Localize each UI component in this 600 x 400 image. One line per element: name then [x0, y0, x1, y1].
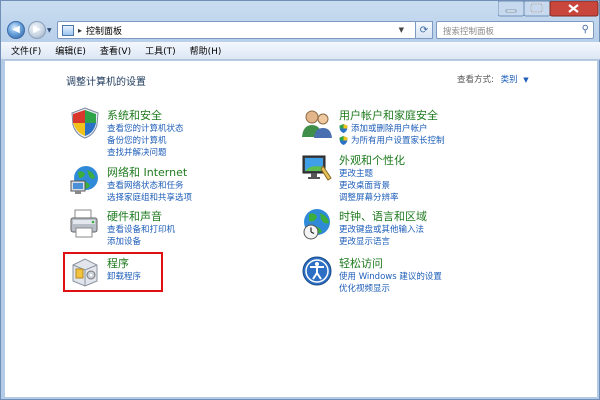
category-ease-of-access: 轻松访问 使用 Windows 建议的设置 优化视频显示 [301, 255, 541, 295]
category-user-accounts: 用户帐户和家庭安全 添加或删除用户帐户 为所有用户设置家长控制 [301, 107, 541, 147]
menu-file[interactable]: 文件(F) [11, 44, 41, 57]
menu-help[interactable]: 帮助(H) [190, 44, 222, 57]
link-view-computer-status[interactable]: 查看您的计算机状态 [107, 122, 184, 134]
category-title-appearance[interactable]: 外观和个性化 [339, 152, 405, 168]
link-change-desktop-background[interactable]: 更改桌面背景 [339, 179, 390, 191]
category-title-hardware-sound[interactable]: 硬件和声音 [107, 208, 162, 224]
recent-pages-dropdown-icon[interactable]: ▼ [47, 27, 52, 34]
appearance-monitor-icon[interactable] [301, 152, 333, 184]
control-panel-content: 调整计算机的设置 查看方式: 类别 ▼ 系统和安全 查看您的计算机状态 备份您的… [5, 61, 597, 397]
category-title-user-accounts[interactable]: 用户帐户和家庭安全 [339, 107, 438, 123]
globe-clock-icon[interactable] [301, 208, 333, 240]
link-add-remove-user[interactable]: 添加或删除用户帐户 [351, 122, 428, 134]
category-title-clock-language-region[interactable]: 时钟、语言和区域 [339, 208, 427, 224]
view-by-label: 查看方式: [457, 75, 494, 85]
link-adjust-resolution[interactable]: 调整屏幕分辨率 [339, 191, 399, 203]
ease-of-access-icon[interactable] [301, 255, 333, 287]
address-toolbar: ◀ ▶ ▼ ▸ 控制面板 ▼ ⟳ 搜索控制面板 ⚲ [1, 1, 600, 41]
maximize-button[interactable] [523, 1, 551, 17]
category-clock-language-region: 时钟、语言和区域 更改键盘或其他输入法 更改显示语言 [301, 208, 541, 248]
category-network-internet: 网络和 Internet 查看网络状态和任务 选择家庭组和共享选项 [69, 164, 269, 204]
menu-view[interactable]: 查看(V) [100, 44, 131, 57]
forward-button[interactable]: ▶ [28, 21, 46, 39]
link-use-recommended-settings[interactable]: 使用 Windows 建议的设置 [339, 270, 442, 282]
link-change-keyboard-input[interactable]: 更改键盘或其他输入法 [339, 223, 424, 235]
uac-shield-icon [339, 124, 348, 133]
link-find-fix-problems[interactable]: 查找并解决问题 [107, 146, 167, 158]
search-placeholder: 搜索控制面板 [443, 27, 495, 37]
back-arrow-icon: ◀ [12, 24, 20, 35]
users-icon[interactable] [301, 107, 333, 139]
category-system-security: 系统和安全 查看您的计算机状态 备份您的计算机 查找并解决问题 [69, 107, 269, 158]
search-icon[interactable]: ⚲ [582, 24, 589, 35]
link-change-theme[interactable]: 更改主题 [339, 167, 373, 179]
address-dropdown-icon[interactable]: ▼ [399, 26, 404, 34]
category-appearance: 外观和个性化 更改主题 更改桌面背景 调整屏幕分辨率 [301, 152, 541, 203]
search-input[interactable]: 搜索控制面板 ⚲ [436, 21, 594, 39]
page-title: 调整计算机的设置 [66, 77, 146, 88]
view-by: 查看方式: 类别 ▼ [457, 73, 529, 85]
category-title-network-internet[interactable]: 网络和 Internet [107, 164, 187, 180]
refresh-button[interactable]: ⟳ [415, 21, 433, 39]
link-change-display-language[interactable]: 更改显示语言 [339, 235, 390, 247]
minimize-button[interactable] [498, 1, 525, 17]
control-panel-icon [62, 24, 74, 36]
forward-arrow-icon: ▶ [33, 24, 41, 35]
category-hardware-sound: 硬件和声音 查看设备和打印机 添加设备 [69, 208, 269, 248]
link-homegroup-sharing[interactable]: 选择家庭组和共享选项 [107, 191, 192, 203]
category-title-ease-of-access[interactable]: 轻松访问 [339, 255, 383, 271]
view-by-value[interactable]: 类别 [501, 75, 518, 85]
menu-edit[interactable]: 编辑(E) [55, 44, 86, 57]
printer-icon[interactable] [69, 208, 101, 240]
back-button[interactable]: ◀ [7, 21, 25, 39]
link-view-devices-printers[interactable]: 查看设备和打印机 [107, 223, 175, 235]
address-separator-icon[interactable]: ▸ [78, 26, 82, 35]
network-globe-icon[interactable] [69, 164, 101, 196]
close-button[interactable] [549, 1, 599, 17]
highlight-box [63, 252, 163, 292]
link-add-device[interactable]: 添加设备 [107, 235, 141, 247]
window-controls [498, 1, 599, 17]
address-bar[interactable]: ▸ 控制面板 ▼ [57, 21, 427, 39]
menu-bar: 文件(F) 编辑(E) 查看(V) 工具(T) 帮助(H) [1, 42, 600, 60]
link-view-network-status[interactable]: 查看网络状态和任务 [107, 179, 184, 191]
view-by-dropdown-icon[interactable]: ▼ [523, 76, 528, 84]
menu-tools[interactable]: 工具(T) [145, 44, 176, 57]
breadcrumb-control-panel[interactable]: 控制面板 [86, 24, 122, 37]
refresh-icon: ⟳ [419, 24, 429, 36]
link-parental-controls[interactable]: 为所有用户设置家长控制 [351, 134, 445, 146]
category-title-system-security[interactable]: 系统和安全 [107, 107, 162, 123]
shield-icon[interactable] [69, 107, 101, 139]
uac-shield-icon [339, 136, 348, 145]
link-backup-computer[interactable]: 备份您的计算机 [107, 134, 167, 146]
control-panel-window: ◀ ▶ ▼ ▸ 控制面板 ▼ ⟳ 搜索控制面板 ⚲ 文件(F) 编辑(E) 查看… [0, 0, 600, 400]
link-optimize-visual-display[interactable]: 优化视频显示 [339, 282, 390, 294]
